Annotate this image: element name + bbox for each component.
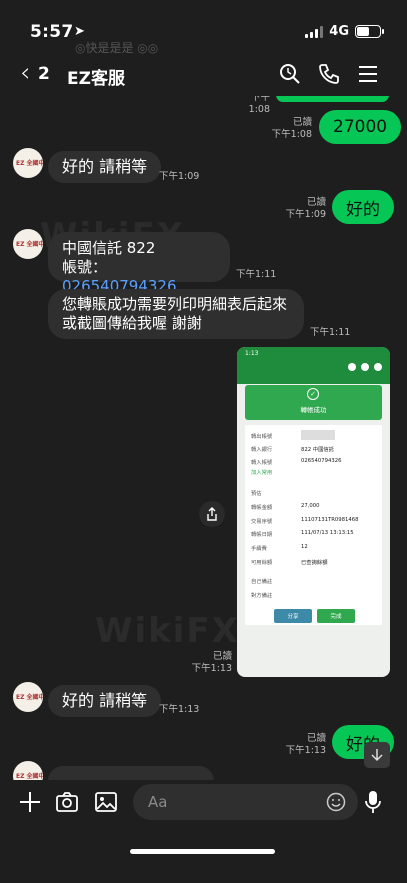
battery-icon bbox=[355, 25, 384, 38]
message-bubble-incoming[interactable]: 好的 請稍等 bbox=[48, 151, 162, 183]
scroll-down-button[interactable] bbox=[364, 742, 390, 768]
home-indicator bbox=[130, 849, 275, 854]
chat-title: EZ客服 bbox=[67, 69, 125, 89]
camera-icon[interactable] bbox=[55, 790, 79, 814]
detail-row: 轉帳日期 111/07/13 13:13:15 bbox=[251, 530, 354, 538]
message-time: 下午1:08 bbox=[271, 129, 312, 140]
message-time: 下午1:13 bbox=[159, 704, 200, 715]
check-circle-icon: ✓ bbox=[307, 388, 319, 400]
message-bubble-outgoing[interactable]: 27000 bbox=[319, 110, 402, 144]
transfer-screenshot-image[interactable]: 1:13 ✓ 轉帳成功 轉出帳號 轉入銀行 822 中國信託 轉入帳號 026540… bbox=[237, 347, 390, 677]
detail-row: 轉出帳號 bbox=[251, 430, 335, 440]
screenshot-header-icons bbox=[348, 363, 382, 371]
plus-icon[interactable] bbox=[18, 790, 42, 814]
message-bubble-outgoing[interactable]: 好的 bbox=[332, 190, 394, 224]
screenshot-done-button: 完成 bbox=[317, 609, 355, 623]
message-time: 下午1:09 bbox=[159, 171, 200, 182]
message-input[interactable]: Aa bbox=[133, 784, 358, 820]
detail-row: 可用餘額 已查詢餘額 bbox=[251, 560, 328, 566]
photo-icon[interactable] bbox=[94, 790, 118, 814]
status-indicators: 4G bbox=[305, 24, 384, 39]
message-time: 下午1:08 bbox=[248, 96, 270, 115]
message-bubble-partial[interactable] bbox=[276, 96, 389, 102]
signal-icon bbox=[305, 25, 324, 38]
message-time: 下午1:11 bbox=[236, 269, 277, 280]
message-time: 下午1:11 bbox=[310, 327, 351, 338]
emoji-icon[interactable] bbox=[326, 792, 346, 812]
menu-icon[interactable] bbox=[356, 62, 380, 86]
message-time: 下午1:13 bbox=[191, 663, 232, 674]
back-chevron-icon[interactable]: ‹ bbox=[20, 58, 30, 88]
search-icon[interactable] bbox=[278, 62, 302, 86]
network-type: 4G bbox=[329, 24, 349, 39]
message-time: 下午1:09 bbox=[285, 209, 326, 220]
message-bubble-partial[interactable] bbox=[48, 766, 214, 780]
read-receipt: 已讀 bbox=[292, 117, 312, 128]
avatar[interactable]: EZ 全國中華 bbox=[13, 148, 43, 178]
detail-row: 轉入帳號 026540794326 bbox=[251, 458, 342, 466]
status-bar: 5:57 ➤ 4G bbox=[0, 0, 407, 54]
detail-row: 交易序號 11107131TR0981468 bbox=[251, 517, 359, 525]
screenshot-share-button: 分享 bbox=[274, 609, 312, 623]
screenshot-header: 1:13 bbox=[237, 347, 390, 384]
chat-header: ‹ 2 EZ客服 bbox=[0, 56, 407, 96]
message-composer: Aa bbox=[0, 780, 407, 830]
chat-area[interactable]: WikiFX WikiFX 下午1:08 已讀 下午1:08 27000 EZ … bbox=[0, 96, 407, 780]
avatar[interactable]: EZ 全國中華 bbox=[13, 229, 43, 259]
message-bubble-incoming[interactable]: 您轉賬成功需要列印明細表后起來 或截圖傳給我喔 謝謝 bbox=[48, 289, 304, 339]
detail-row: 預估 bbox=[251, 491, 262, 497]
watermark: WikiFX bbox=[95, 611, 240, 651]
avatar[interactable]: EZ 全國中華 bbox=[13, 761, 43, 780]
share-icon[interactable] bbox=[199, 501, 225, 527]
message-time: 下午1:13 bbox=[285, 745, 326, 756]
location-arrow-icon: ➤ bbox=[74, 24, 85, 39]
bank-line: 中國信託 822 bbox=[62, 239, 156, 257]
ghost-text: ◎快是是是 ◎◎ bbox=[75, 41, 159, 55]
read-receipt: 已讀 bbox=[212, 651, 232, 662]
detail-row: 手續費 12 bbox=[251, 544, 308, 552]
message-input-placeholder: Aa bbox=[148, 793, 168, 811]
read-receipt: 已讀 bbox=[306, 733, 326, 744]
phone-icon[interactable] bbox=[317, 62, 341, 86]
detail-row: 加入常用 bbox=[251, 470, 273, 476]
microphone-icon[interactable] bbox=[363, 789, 383, 815]
success-banner: ✓ 轉帳成功 bbox=[245, 385, 382, 420]
detail-row: 轉帳金額 27,000 bbox=[251, 503, 320, 511]
message-bubble-incoming[interactable]: 好的 請稍等 bbox=[48, 685, 162, 717]
read-receipt: 已讀 bbox=[306, 197, 326, 208]
message-bubble-incoming[interactable]: 中國信託 822 帳號：026540794326 bbox=[48, 232, 230, 295]
avatar[interactable]: EZ 全國中華 bbox=[13, 682, 43, 712]
detail-row: 對方備註 bbox=[251, 593, 273, 599]
transfer-details: 轉出帳號 轉入銀行 822 中國信託 轉入帳號 026540794326 加入常用 … bbox=[245, 425, 382, 625]
detail-row: 轉入銀行 822 中國信託 bbox=[251, 447, 334, 453]
detail-row: 自己備註 bbox=[251, 579, 273, 585]
status-time: 5:57 bbox=[30, 22, 74, 42]
unread-count[interactable]: 2 bbox=[38, 64, 50, 84]
